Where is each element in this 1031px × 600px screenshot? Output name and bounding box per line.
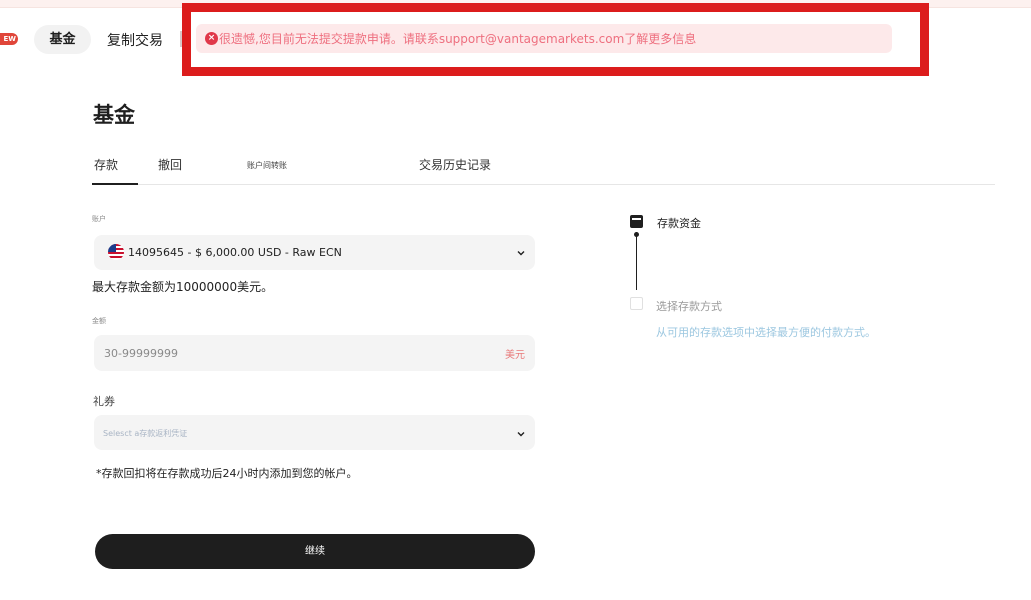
tab-transfer[interactable]: 账户间转账 (247, 160, 287, 171)
continue-button[interactable]: 继续 (95, 534, 535, 569)
us-flag-icon (108, 244, 124, 260)
tabs-divider (92, 184, 995, 185)
card-icon (630, 297, 643, 310)
rebate-footnote: *存款回扣将在存款成功后24小时内添加到您的帐户。 (96, 467, 358, 480)
step-deposit-funds: 存款资金 (657, 217, 701, 230)
page-title: 基金 (93, 103, 135, 127)
step-connector (636, 232, 637, 290)
chevron-down-icon[interactable] (516, 248, 526, 258)
voucher-placeholder: Selesct a存款返利凭证 (103, 429, 188, 438)
nav-funds-tab[interactable]: 基金 (34, 25, 91, 54)
account-label: 账户 (92, 215, 106, 223)
amount-input[interactable] (104, 344, 484, 362)
error-x-icon: × (205, 32, 218, 45)
tab-deposit[interactable]: 存款 (94, 156, 118, 173)
amount-label: 金额 (92, 317, 106, 325)
wallet-icon (630, 215, 643, 228)
error-message: 很遗憾,您目前无法提交提款申请。请联系support@vantagemarket… (219, 32, 697, 46)
amount-currency: 美元 (505, 350, 525, 361)
active-tab-indicator (92, 183, 138, 185)
page: EW 基金 复制交易 × 很遗憾,您目前无法提交提款申请。请联系support@… (0, 0, 1031, 600)
chevron-down-icon[interactable] (516, 429, 526, 439)
tab-withdraw[interactable]: 撤回 (158, 156, 182, 173)
voucher-label: 礼券 (93, 395, 115, 408)
step-select-method: 选择存款方式 (656, 300, 722, 313)
step-select-method-description: 从可用的存款选项中选择最方便的付款方式。 (656, 326, 876, 339)
nav-copy-trading-tab[interactable]: 复制交易 (107, 30, 163, 50)
tab-history[interactable]: 交易历史记录 (419, 156, 491, 173)
new-badge: EW (0, 33, 18, 45)
max-deposit-note: 最大存款金额为10000000美元。 (92, 280, 274, 294)
account-value: 14095645 - $ 6,000.00 USD - Raw ECN (128, 246, 342, 259)
